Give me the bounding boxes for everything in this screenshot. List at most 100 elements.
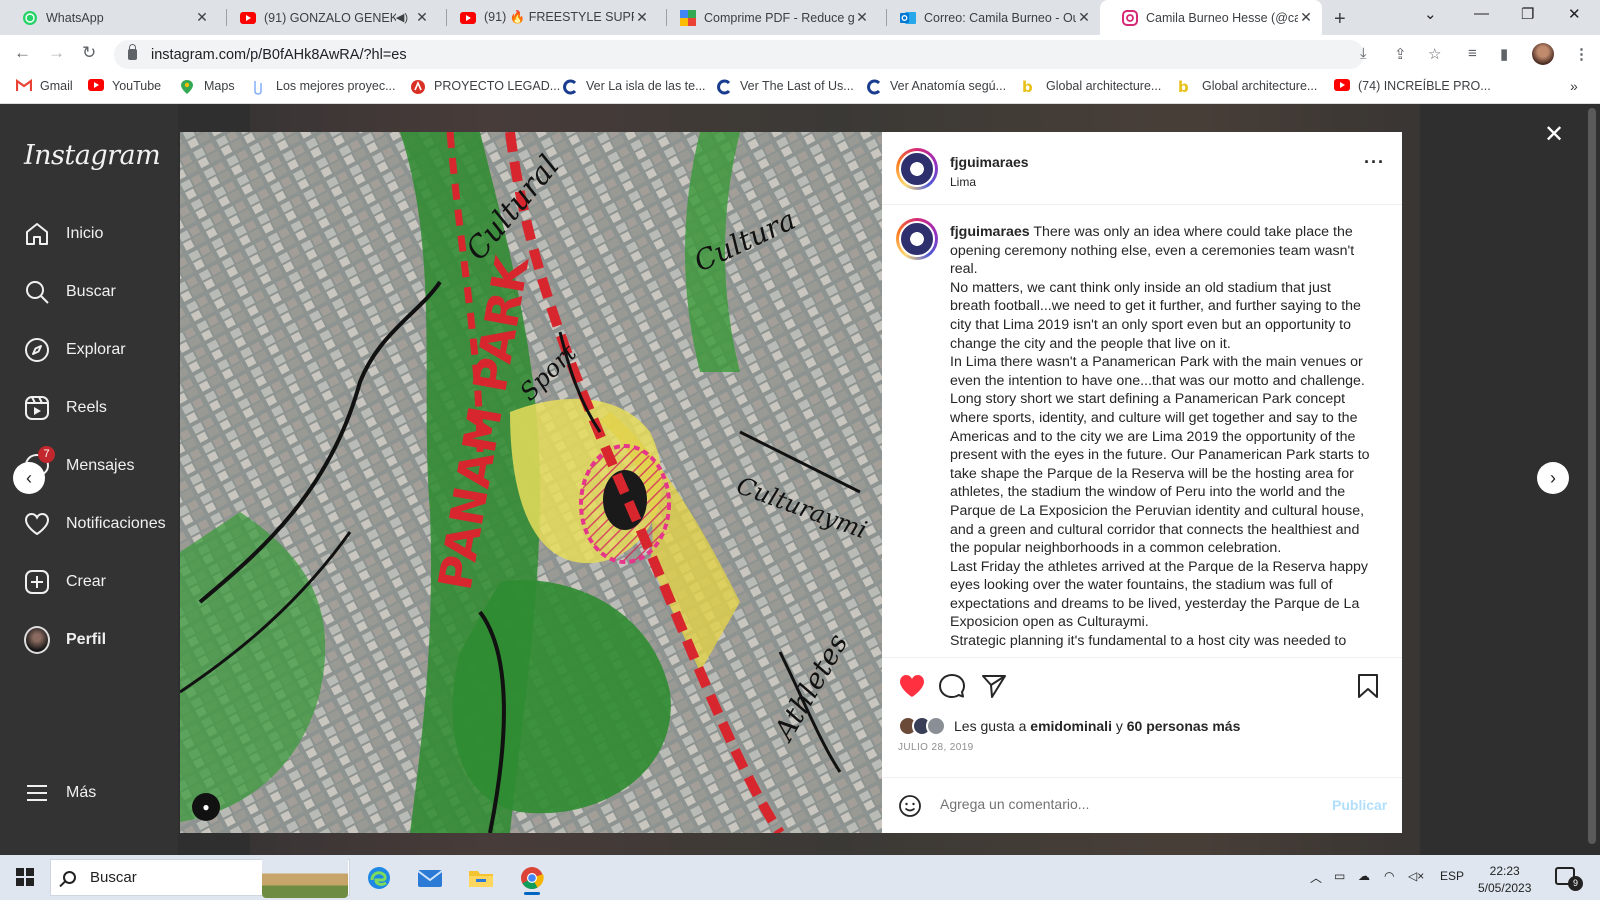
- reload-icon[interactable]: ↻: [82, 43, 96, 63]
- nav-mas[interactable]: Más: [24, 780, 96, 806]
- clock-date: 5/05/2023: [1478, 881, 1532, 895]
- more-options-icon[interactable]: ···: [1364, 152, 1385, 173]
- forward-arrow-icon[interactable]: →: [48, 43, 65, 63]
- youtube-icon: [240, 10, 256, 26]
- gmail-icon: [15, 78, 33, 93]
- chrome-icon[interactable]: [512, 859, 552, 896]
- close-tab-icon[interactable]: ✕: [194, 9, 210, 26]
- wifi-icon[interactable]: ◠: [1384, 869, 1394, 883]
- restore-button[interactable]: ❐: [1521, 5, 1534, 23]
- bookmark-global-architecture-1[interactable]: b Global architecture...: [1022, 78, 1161, 96]
- bookmark-mejores-proyectos[interactable]: Los mejores proyec...: [252, 79, 396, 95]
- browser-menu-icon[interactable]: ⋮: [1574, 45, 1589, 63]
- speaker-muted-icon[interactable]: ◁×: [1408, 869, 1424, 883]
- bookmark-proyecto-legado[interactable]: PROYECTO LEGAD...: [410, 79, 560, 94]
- back-arrow-icon[interactable]: ←: [14, 43, 31, 63]
- nav-crear[interactable]: Crear: [24, 569, 106, 595]
- previous-post-button[interactable]: ‹: [13, 462, 45, 494]
- bookmark-label: Global architecture...: [1202, 79, 1318, 93]
- bookmark-anatomia[interactable]: Ver Anatomía segú...: [866, 79, 1006, 95]
- liker-username[interactable]: emidominali: [1030, 718, 1112, 734]
- bookmark-maps[interactable]: Maps: [180, 79, 235, 94]
- tab-outlook[interactable]: Correo: Camila Burneo - Ou ✕: [878, 0, 1100, 35]
- close-post-icon[interactable]: ✕: [1544, 120, 1564, 149]
- save-bookmark-icon[interactable]: [1354, 672, 1382, 700]
- nav-reels[interactable]: Reels: [24, 395, 107, 421]
- tab-youtube-freestyle[interactable]: (91) 🔥 FREESTYLE SUPREM ✕: [438, 0, 658, 35]
- tab-ilovepdf[interactable]: Comprime PDF - Reduce gr ✕: [658, 0, 878, 35]
- comment-icon[interactable]: [938, 672, 966, 700]
- speaker-icon[interactable]: ◀): [396, 11, 408, 24]
- next-post-button[interactable]: ›: [1537, 462, 1569, 494]
- tab-whatsapp[interactable]: WhatsApp ✕: [0, 0, 218, 35]
- nav-label: Reels: [66, 399, 107, 416]
- caption-author-avatar[interactable]: [896, 218, 938, 260]
- user-tag-icon[interactable]: ●: [192, 793, 220, 821]
- clock-time: 22:23: [1489, 864, 1520, 878]
- profile-avatar[interactable]: [1532, 43, 1554, 65]
- author-avatar[interactable]: [896, 148, 938, 190]
- nav-buscar[interactable]: Buscar: [24, 279, 116, 305]
- close-tab-icon[interactable]: ✕: [1076, 9, 1092, 26]
- bookmark-last-of-us[interactable]: Ver The Last of Us...: [716, 79, 854, 95]
- page-scrollbar[interactable]: [1584, 104, 1600, 855]
- instagram-logo[interactable]: Instagram: [24, 140, 161, 171]
- post-location[interactable]: Lima: [950, 175, 976, 189]
- post-image-aerial-map[interactable]: PANAM PARK Cultural Cultura Sport Cultur…: [180, 132, 882, 833]
- youtube-icon: [88, 79, 104, 93]
- browser-tab-strip: WhatsApp ✕ (91) GONZALO GENEK ◀) ✕ (91) …: [0, 0, 1600, 35]
- nav-explorar[interactable]: Explorar: [24, 337, 126, 363]
- show-hidden-icons-chevron[interactable]: ︿: [1310, 869, 1322, 886]
- bookmark-global-architecture-2[interactable]: b Global architecture...: [1178, 78, 1318, 96]
- likes-text: Les gusta a emidominali y 60 personas má…: [954, 718, 1240, 734]
- mail-icon[interactable]: [410, 859, 450, 896]
- tab-search-chevron-icon[interactable]: ⌄: [1424, 5, 1437, 23]
- side-panel-icon[interactable]: ▮: [1500, 45, 1508, 63]
- install-app-icon[interactable]: ⤓: [1360, 45, 1367, 62]
- media-control-icon[interactable]: ≡: [1468, 45, 1477, 62]
- nav-notificaciones[interactable]: Notificaciones: [24, 511, 166, 537]
- close-window-button[interactable]: ✕: [1568, 5, 1581, 23]
- bookmark-increible[interactable]: (74) INCREÍBLE PRO...: [1334, 79, 1491, 93]
- emoji-icon[interactable]: [898, 794, 922, 823]
- tab-youtube-gonzalo[interactable]: (91) GONZALO GENEK ◀) ✕: [218, 0, 438, 35]
- nav-inicio[interactable]: Inicio: [24, 221, 103, 247]
- author-username[interactable]: fjguimaraes: [950, 154, 1029, 170]
- input-language[interactable]: ESP: [1440, 869, 1464, 883]
- likes-count-link[interactable]: 60 personas más: [1127, 718, 1241, 734]
- bookmark-isla-tentaciones[interactable]: Ver La isla de las te...: [562, 79, 706, 95]
- publish-comment-button[interactable]: Publicar: [1332, 797, 1387, 813]
- bookmark-label: Ver La isla de las te...: [586, 79, 706, 93]
- minimize-button[interactable]: —: [1474, 5, 1489, 22]
- bookmark-star-icon[interactable]: ☆: [1428, 45, 1441, 63]
- like-heart-icon[interactable]: [898, 672, 926, 700]
- new-tab-button[interactable]: +: [1334, 8, 1346, 31]
- scrollbar-thumb[interactable]: [1588, 108, 1596, 844]
- caption-username[interactable]: fjguimaraes: [950, 224, 1030, 240]
- caption-paragraph: Strategic planning it's fundamental to a…: [950, 633, 1347, 650]
- close-tab-icon[interactable]: ✕: [414, 9, 430, 26]
- maps-icon: [180, 79, 196, 94]
- bookmark-youtube[interactable]: YouTube: [88, 79, 161, 93]
- windows-start-icon[interactable]: [16, 868, 34, 886]
- close-tab-icon[interactable]: ✕: [854, 9, 870, 26]
- bookmarks-overflow-icon[interactable]: »: [1570, 78, 1578, 94]
- tab-instagram-active[interactable]: Camila Burneo Hesse (@ca ✕: [1100, 0, 1322, 35]
- share-paper-plane-icon[interactable]: [980, 672, 1008, 700]
- browser-toolbar: ← → ↻ instagram.com/p/B0fAHk8AwRA/?hl=es…: [0, 35, 1600, 73]
- file-explorer-icon[interactable]: [461, 859, 501, 896]
- bookmark-label: Gmail: [40, 79, 73, 93]
- notification-center-icon[interactable]: 9: [1555, 867, 1583, 891]
- edge-icon[interactable]: [359, 859, 399, 896]
- bookmark-gmail[interactable]: Gmail: [15, 78, 73, 93]
- share-icon[interactable]: ⇪: [1394, 45, 1407, 63]
- close-tab-icon[interactable]: ✕: [634, 9, 650, 26]
- battery-icon[interactable]: ▭: [1334, 869, 1345, 883]
- address-bar[interactable]: instagram.com/p/B0fAHk8AwRA/?hl=es: [114, 40, 1364, 69]
- lock-icon[interactable]: [128, 44, 137, 60]
- comment-input[interactable]: [940, 796, 1300, 812]
- onedrive-cloud-icon[interactable]: ☁: [1358, 869, 1370, 883]
- nav-perfil[interactable]: Perfil: [24, 626, 106, 654]
- taskbar-clock[interactable]: 22:23 5/05/2023: [1478, 863, 1531, 897]
- close-tab-icon[interactable]: ✕: [1298, 9, 1314, 26]
